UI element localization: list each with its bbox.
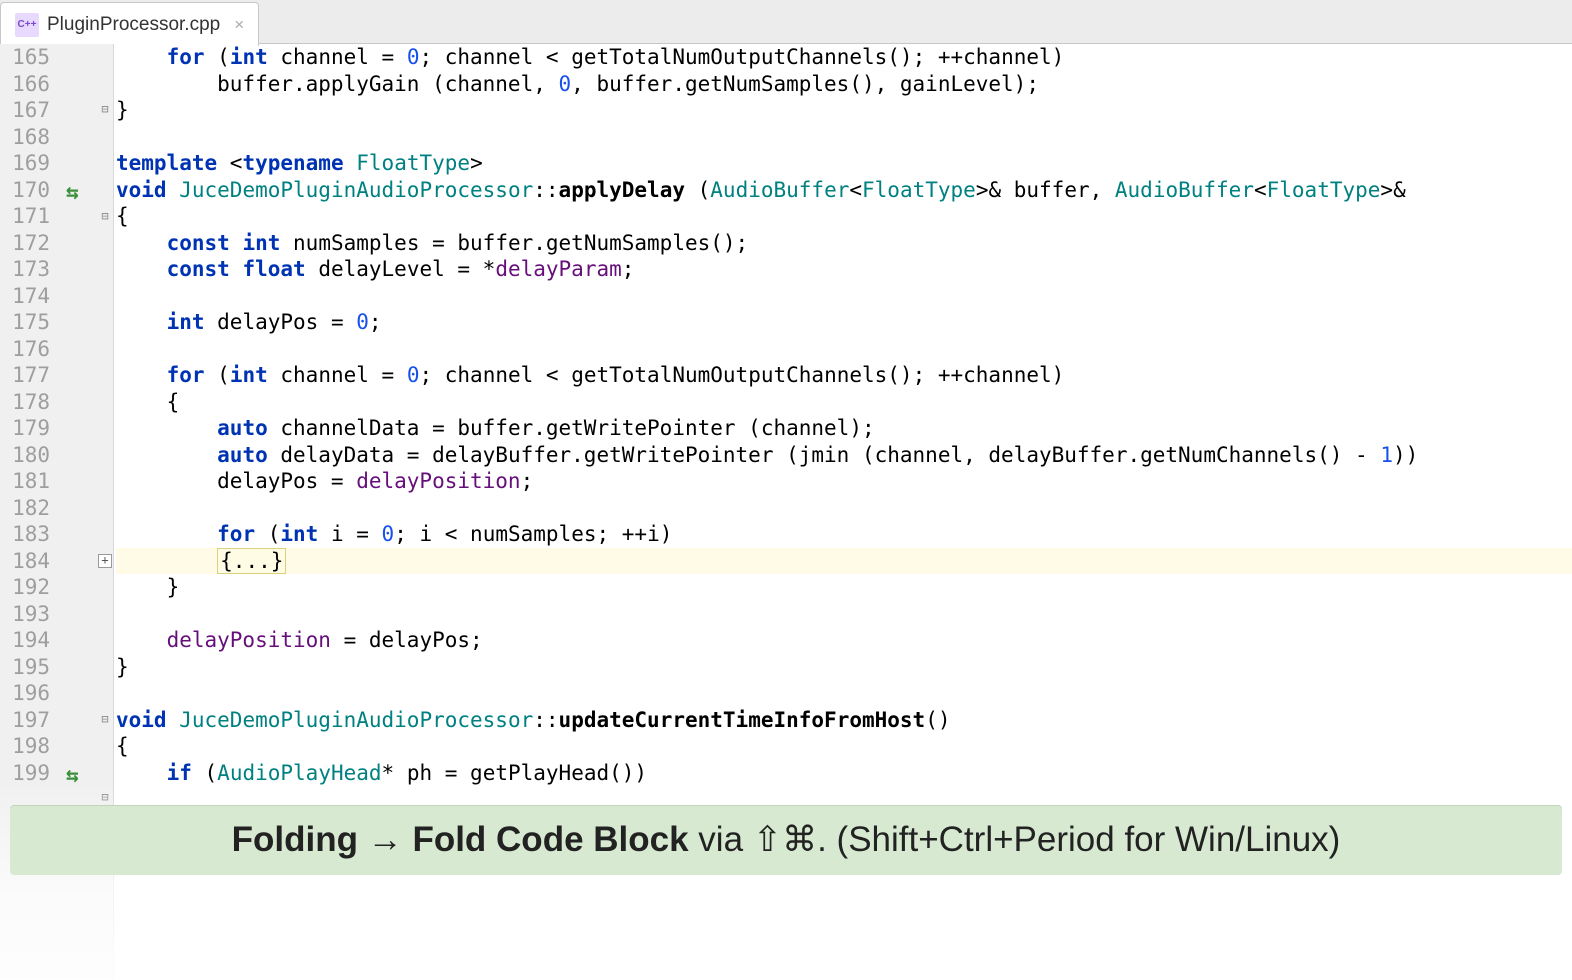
close-icon[interactable]: × (234, 15, 244, 35)
banner-text: via ⇧⌘. (Shift+Ctrl+Period for Win/Linux… (689, 820, 1341, 859)
change-marker-icon: ⇆ (66, 762, 79, 789)
change-marker-icon: ⇆ (66, 179, 79, 206)
expand-handle-icon[interactable]: + (98, 554, 112, 568)
tab-filename: PluginProcessor.cpp (47, 14, 220, 36)
fold-handle-icon[interactable]: ⊟ (98, 712, 112, 726)
cpp-file-icon: C++ (15, 13, 39, 37)
editor-tab[interactable]: C++ PluginProcessor.cpp × (0, 2, 259, 46)
banner-bold: Folding → Fold Code Block (232, 820, 689, 859)
fold-handle-icon[interactable]: ⊟ (98, 790, 112, 804)
fold-handle-icon[interactable]: ⊟ (98, 102, 112, 116)
tab-bar: C++ PluginProcessor.cpp × (0, 0, 1572, 44)
fold-handle-icon[interactable]: ⊟ (98, 209, 112, 223)
hint-banner: Folding → Fold Code Block via ⇧⌘. (Shift… (10, 805, 1562, 875)
